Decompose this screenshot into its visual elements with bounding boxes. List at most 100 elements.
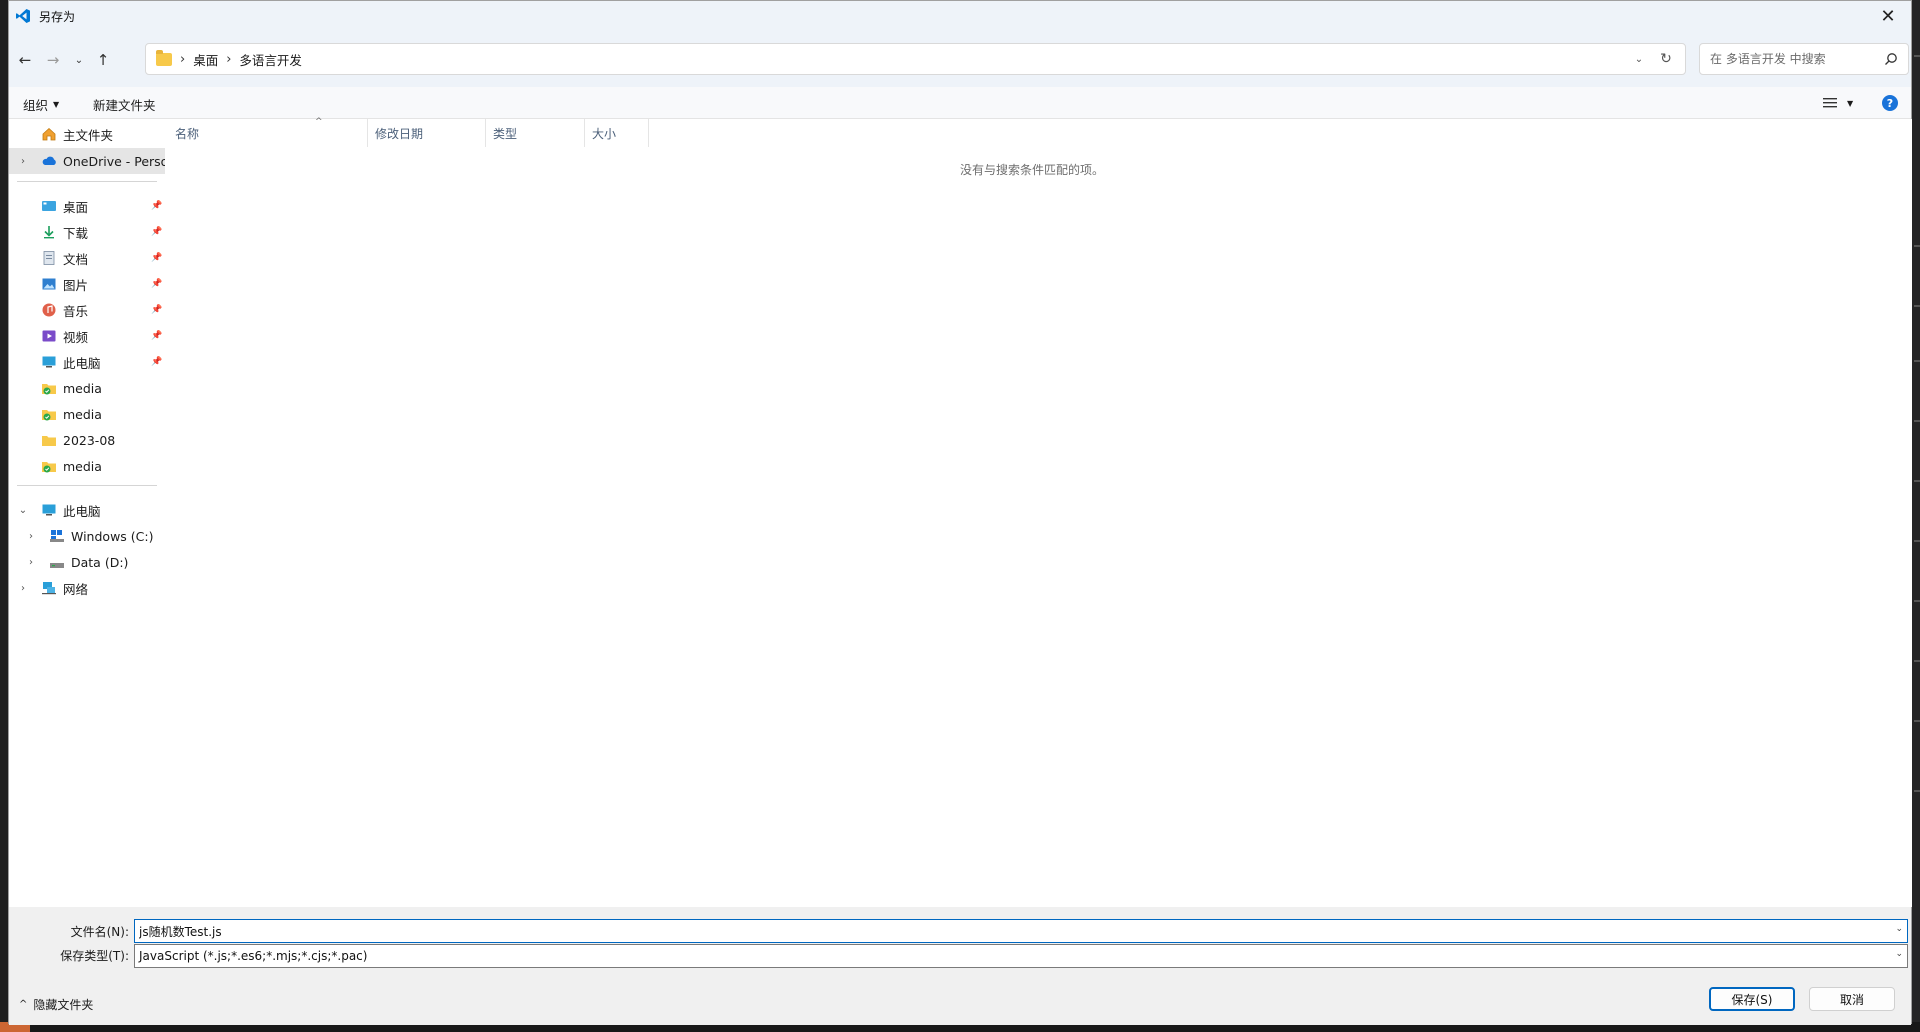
forward-button[interactable]: → [41,48,65,72]
chevron-down-icon[interactable]: ⌄ [1895,924,1903,934]
shared-folder-icon [42,462,56,473]
filename-input[interactable] [135,920,1875,942]
chevron-right-icon: › [180,51,186,67]
sidebar-item-documents[interactable]: 文档 📌 [9,245,165,271]
breadcrumb-desktop[interactable]: 桌面 [193,50,218,69]
empty-folder-message: 没有与搜索条件匹配的项。 [959,163,1104,177]
sidebar-item-desktop[interactable]: 桌面 📌 [9,193,165,219]
arrow-up-icon: ↑ [96,51,110,69]
close-button[interactable]: ✕ [1865,1,1911,31]
sidebar-item-2023-08[interactable]: 2023-08 [9,427,165,453]
sidebar-item-label: media [63,406,102,422]
help-button[interactable]: ? [1882,95,1898,111]
sidebar-item-this-pc-pinned[interactable]: 此电脑 📌 [9,349,165,375]
sidebar-item-downloads[interactable]: 下载 📌 [9,219,165,245]
sidebar-item-label: 网络 [63,581,89,597]
close-icon: ✕ [1880,5,1896,27]
search-icon [1885,53,1897,65]
save-button[interactable]: 保存(S) [1709,987,1795,1011]
view-options-button[interactable]: ▼ [1823,94,1863,112]
caret-down-icon: ▼ [1847,98,1854,108]
sidebar-item-music[interactable]: 音乐 📌 [9,297,165,323]
filename-field[interactable]: ⌄ [134,919,1908,943]
column-header-name[interactable]: 名称 ^ [167,117,367,147]
sidebar-item-label: media [63,458,102,474]
chevron-right-icon: › [29,530,33,542]
column-header-label: 修改日期 [375,126,424,141]
command-bar: 组织 ▼ 新建文件夹 ▼ ? [9,87,1911,119]
pictures-icon [42,278,56,290]
home-icon [42,127,56,141]
column-header-date-modified[interactable]: 修改日期 [367,119,485,147]
refresh-button[interactable]: ↻ [1657,50,1675,68]
title-bar: 另存为 ✕ [9,1,1911,31]
pin-icon[interactable]: 📌 [151,201,162,211]
vscode-logo-icon [15,7,33,25]
sidebar-item-this-pc[interactable]: ⌄ 此电脑 [9,497,165,523]
sidebar-item-label: 桌面 [63,199,89,215]
recent-locations-button[interactable]: ⌄ [67,48,91,72]
sidebar-item-media-2[interactable]: media [9,401,165,427]
chevron-right-icon: › [21,155,25,167]
music-icon [42,303,56,317]
sidebar-item-media-1[interactable]: media [9,375,165,401]
sidebar-item-label: 此电脑 [63,503,101,519]
pin-icon[interactable]: 📌 [151,227,162,237]
new-folder-button[interactable]: 新建文件夹 [93,95,156,114]
hide-folders-label: 隐藏文件夹 [33,998,94,1012]
save-options-panel: 文件名(N): ⌄ 保存类型(T): JavaScript (*.js;*.es… [9,907,1911,1025]
chevron-up-icon: ^ [19,999,28,1010]
address-history-button[interactable]: ⌄ [1631,51,1647,67]
file-list[interactable]: 名称 ^ 修改日期 类型 大小 没有与搜索条件匹配的项。 [167,117,1912,907]
column-header-label: 类型 [493,126,518,141]
pin-icon[interactable]: 📌 [151,357,162,367]
up-button[interactable]: ↑ [91,48,115,72]
sidebar-item-label: 文档 [63,251,89,267]
sidebar-item-drive-c[interactable]: › Windows (C:) [9,523,165,549]
column-header-type[interactable]: 类型 [485,119,584,147]
computer-icon [42,356,56,368]
download-icon [44,226,54,239]
help-icon: ? [1886,96,1894,110]
hide-folders-toggle[interactable]: ^ 隐藏文件夹 [19,996,93,1013]
pin-icon[interactable]: 📌 [151,253,162,263]
navigation-pane: 主文件夹 › OneDrive - Perso 桌面 📌 下载 📌 文档 📌 图… [9,119,167,907]
navigation-row: ← → ⌄ ↑ › 桌面 › 多语言开发 ⌄ ↻ [9,31,1911,87]
organize-label: 组织 [23,98,49,113]
pin-icon[interactable]: 📌 [151,305,162,315]
sidebar-item-home[interactable]: 主文件夹 [9,121,165,147]
search-input[interactable] [1700,44,1870,74]
sidebar-item-drive-d[interactable]: › Data (D:) [9,549,165,575]
breadcrumb-current-folder[interactable]: 多语言开发 [239,50,302,69]
column-header-size[interactable]: 大小 [584,119,648,147]
new-folder-label: 新建文件夹 [93,98,156,113]
pin-icon[interactable]: 📌 [151,279,162,289]
sidebar-item-network[interactable]: › 网络 [9,575,165,601]
drive-icon [50,563,64,568]
sidebar-item-pictures[interactable]: 图片 📌 [9,271,165,297]
background-editor-scrollbar [1912,0,1920,1032]
chevron-down-icon: ⌄ [74,54,84,66]
sidebar-item-videos[interactable]: 视频 📌 [9,323,165,349]
filetype-value: JavaScript (*.js;*.es6;*.mjs;*.cjs;*.pac… [139,949,368,963]
sidebar-item-label: Data (D:) [71,554,129,570]
filetype-select[interactable]: JavaScript (*.js;*.es6;*.mjs;*.cjs;*.pac… [134,944,1908,968]
cancel-button[interactable]: 取消 [1809,987,1895,1011]
sidebar-item-label: 图片 [63,277,89,293]
refresh-icon: ↻ [1660,51,1672,67]
column-divider[interactable] [648,119,649,147]
chevron-right-icon: › [21,582,25,594]
sidebar-item-onedrive[interactable]: › OneDrive - Perso [9,148,165,174]
chevron-right-icon: › [226,51,232,67]
shared-folder-icon [42,384,56,395]
pin-icon[interactable]: 📌 [151,331,162,341]
sidebar-item-media-3[interactable]: media [9,453,165,479]
shared-folder-icon [42,410,56,421]
search-box[interactable] [1699,43,1909,75]
organize-button[interactable]: 组织 ▼ [23,95,59,114]
address-bar[interactable]: › 桌面 › 多语言开发 ⌄ ↻ [145,43,1686,75]
sidebar-item-label: 主文件夹 [63,127,114,143]
computer-icon [42,504,56,516]
back-button[interactable]: ← [13,48,37,72]
onedrive-cloud-icon [42,156,56,165]
